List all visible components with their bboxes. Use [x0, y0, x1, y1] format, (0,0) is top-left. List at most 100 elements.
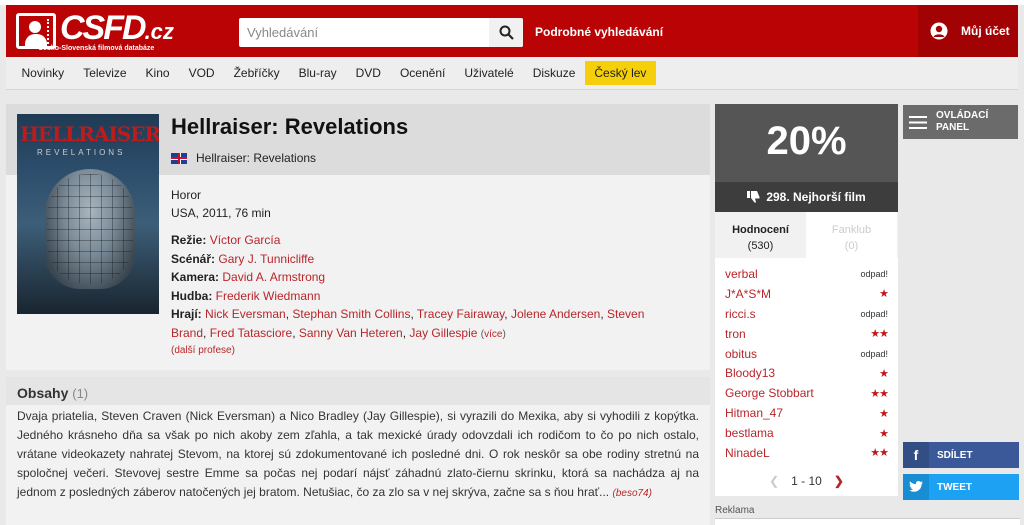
nav-kino[interactable]: Kino: [136, 61, 179, 85]
tab-fanclub[interactable]: Fanklub (0): [806, 212, 897, 258]
film-genre: Horor: [171, 188, 202, 202]
pager-next-icon[interactable]: ❯: [834, 474, 844, 488]
rating-stars: ★: [879, 427, 889, 440]
plot-text: Dvaja priatelia, Steven Craven (Nick Eve…: [17, 407, 699, 503]
logo-subtitle: Česko-Slovenská filmová databáze: [38, 45, 155, 52]
nav-vod[interactable]: VOD: [179, 61, 224, 85]
ad-area: [715, 518, 1020, 525]
camera-link[interactable]: David A. Armstrong: [222, 270, 325, 284]
more-professions-link[interactable]: (další profese): [171, 345, 235, 356]
screenplay-label: Scénář:: [171, 251, 216, 266]
menu-icon: [909, 115, 927, 129]
directing-label: Režie:: [171, 233, 207, 247]
plot-count: (1): [72, 386, 89, 401]
account-button[interactable]: Můj účet: [918, 5, 1018, 57]
pager-range: 1 - 10: [791, 474, 822, 488]
rating-user-link[interactable]: J*A*S*M: [725, 287, 771, 301]
nav-novinky[interactable]: Novinky: [12, 61, 74, 85]
site-header: CSFD.cz Česko-Slovenská filmová databáze…: [6, 5, 1018, 57]
nav-oceneni[interactable]: Ocenění: [390, 61, 454, 85]
screenplay-link[interactable]: Gary J. Tunnicliffe: [218, 252, 314, 266]
pager-prev-icon[interactable]: ❮: [769, 474, 779, 488]
twitter-share-button[interactable]: TWEET: [903, 474, 1019, 500]
camera-label: Kamera:: [171, 270, 220, 284]
rating-user-link[interactable]: NinadeL: [725, 446, 770, 460]
original-title: Hellraiser: Revelations: [196, 151, 317, 165]
logo-text: CSFD: [60, 9, 147, 47]
rating-row: Bloody13 ★: [715, 363, 898, 383]
nav-televize[interactable]: Televize: [74, 61, 136, 85]
director-link[interactable]: Víctor García: [210, 233, 281, 247]
film-info-box: HELLRAISER REVELATIONS Hellraiser: Revel…: [6, 104, 710, 370]
rating-user-link[interactable]: Bloody13: [725, 366, 775, 380]
cast-link[interactable]: Stephan Smith Collins: [292, 307, 410, 321]
rating-row: verbal odpad!: [715, 264, 898, 284]
plot-box: Obsahy (1) Dvaja priatelia, Steven Crave…: [6, 377, 710, 525]
facebook-share-label: SDÍLET: [937, 449, 973, 461]
poster-subtitle: REVELATIONS: [37, 148, 126, 157]
rating-user-link[interactable]: bestlama: [725, 426, 774, 440]
rating-row: bestlama ★: [715, 423, 898, 443]
search-button[interactable]: [489, 18, 523, 47]
rating-stars: ★★: [870, 447, 889, 460]
tab-ratings-count: (530): [747, 240, 774, 252]
account-label: Můj účet: [961, 24, 1010, 38]
tab-fanclub-count: (0): [844, 240, 859, 252]
tab-ratings[interactable]: Hodnocení (530): [715, 212, 806, 258]
advanced-search-link[interactable]: Podrobné vyhledávání: [535, 25, 663, 39]
rating-stars: ★★: [870, 328, 889, 341]
user-icon: [930, 22, 948, 40]
rating-user-link[interactable]: obitus: [725, 347, 757, 361]
rating-value: odpad!: [860, 268, 888, 279]
twitter-icon: [903, 474, 929, 500]
cast-link[interactable]: Jay Gillespie: [409, 326, 477, 340]
rating-user-link[interactable]: ricci.s: [725, 307, 756, 321]
cast-link[interactable]: Jolene Andersen: [511, 307, 600, 321]
rating-list: verbal odpad! J*A*S*M ★ ricci.s odpad! tron ★★ o…: [715, 264, 898, 463]
film-title: Hellraiser: Revelations: [171, 114, 409, 139]
nav-cesky-lev[interactable]: Český lev: [584, 61, 656, 85]
rating-row: ricci.s odpad!: [715, 304, 898, 324]
nav-zebricky[interactable]: Žebříčky: [224, 61, 289, 85]
rating-row: J*A*S*M ★: [715, 284, 898, 304]
cast-link[interactable]: Fred Tatasciore: [210, 326, 292, 340]
twitter-share-label: TWEET: [937, 481, 972, 493]
rating-user-link[interactable]: George Stobbart: [725, 386, 814, 400]
rating-user-link[interactable]: verbal: [725, 267, 758, 281]
rating-row: George Stobbart ★★: [715, 383, 898, 403]
cast-link[interactable]: Tracey Fairaway: [417, 307, 504, 321]
search-icon: [499, 25, 514, 40]
rating-user-link[interactable]: tron: [725, 327, 746, 341]
plot-author-link[interactable]: (beso74): [612, 488, 651, 499]
rating-value: odpad!: [860, 348, 888, 359]
rating-percent: 20%: [766, 119, 847, 163]
control-panel-label-1: OVLÁDACÍ: [936, 110, 989, 121]
rating-pager: ❮ 1 - 10 ❯: [715, 474, 898, 488]
thumbs-down-icon: [747, 191, 760, 203]
rating-stars: ★: [879, 288, 889, 301]
music-link[interactable]: Frederik Wiedmann: [216, 289, 321, 303]
nav-uzivatele[interactable]: Uživatelé: [455, 61, 523, 85]
nav-dvd[interactable]: DVD: [346, 61, 390, 85]
cast-link[interactable]: Nick Eversman: [205, 307, 286, 321]
rating-row: tron ★★: [715, 324, 898, 344]
film-origin: USA, 2011, 76 min: [171, 206, 271, 220]
rating-value: odpad!: [860, 308, 888, 319]
worst-rank-label: 298. Nejhorší film: [766, 190, 866, 204]
plot-heading: Obsahy (1): [17, 385, 88, 401]
plot-heading-text: Obsahy: [17, 385, 69, 401]
site-logo[interactable]: CSFD.cz Česko-Slovenská filmová databáze: [16, 9, 186, 53]
facebook-share-button[interactable]: f SDÍLET: [903, 442, 1019, 468]
cast-label: Hrají:: [171, 307, 202, 321]
worst-rank[interactable]: 298. Nejhorší film: [715, 182, 898, 212]
control-panel-button[interactable]: OVLÁDACÍ PANEL: [903, 105, 1018, 139]
nav-diskuze[interactable]: Diskuze: [523, 61, 585, 85]
rating-user-link[interactable]: Hitman_47: [725, 406, 783, 420]
nav-bluray[interactable]: Blu-ray: [289, 61, 346, 85]
cast-link[interactable]: Sanny Van Heteren: [299, 326, 403, 340]
music-label: Hudba:: [171, 288, 213, 303]
cast-more-link[interactable]: více: [484, 329, 502, 340]
film-poster[interactable]: HELLRAISER REVELATIONS: [17, 114, 159, 314]
search-input[interactable]: [239, 18, 489, 47]
poster-title: HELLRAISER: [20, 122, 159, 146]
